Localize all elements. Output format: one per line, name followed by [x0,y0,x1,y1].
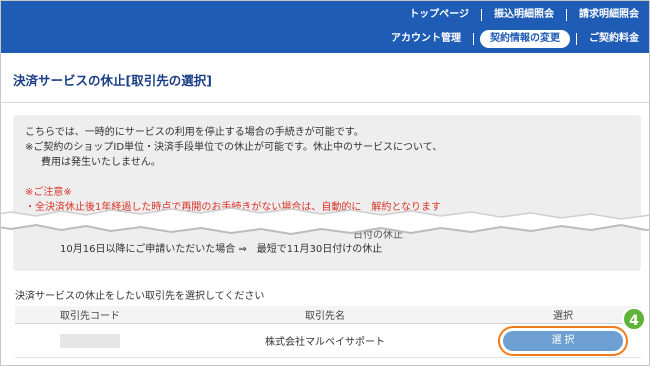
nav-contract-change-active[interactable]: 契約情報の変更 [480,30,570,48]
header-client-name: 取引先名 [305,311,345,322]
select-cell: 選 択 [485,330,641,351]
info-box: こちらでは、一時的にサービスの利用を停止する場合の手続きが可能です。 ※ご契約の… [13,115,641,271]
nav-divider [473,33,474,45]
app-window: トップページ 振込明細照会 請求明細照会 アカウント管理 契約情報の変更 ご契約… [0,0,650,366]
client-code-cell [15,333,165,348]
selection-instruction: 決済サービスの休止をしたい取引先を選択してください [15,291,265,302]
header-client-code: 取引先コード [60,311,120,322]
nav-account-management[interactable]: アカウント管理 [379,32,473,46]
table-row: 株式会社マルペイサポート 選 択 [15,324,641,358]
info-text-2: ※ご契約のショップID単位・決済手段単位での休止が可能です。休止中のサービスにつ… [25,142,443,153]
select-button[interactable]: 選 択 [503,330,623,351]
torn-edge-graphic [1,207,649,236]
nav-transfer-details[interactable]: 振込明細照会 [482,8,566,22]
info-text-1: こちらでは、一時的にサービスの利用を停止する場合の手続きが可能です。 [25,127,364,138]
table-header: 取引先コード 取引先名 選択 [15,306,641,324]
step-number-badge: 4 [622,307,646,331]
header-bar: トップページ 振込明細照会 請求明細照会 アカウント管理 契約情報の変更 ご契約… [1,1,649,53]
nav-billing-details[interactable]: 請求明細照会 [567,8,649,22]
header-select: 選択 [553,311,573,322]
page-title: 決済サービスの休止[取引先の選択] [13,73,212,88]
caution-line-schedule: 10月16日以降にご申請いただいた場合 ⇒ 最短で11月30日付けの休止 [60,244,383,255]
info-text-3: 費用は発生いたしません。 [41,157,161,168]
client-table: 取引先コード 取引先名 選択 株式会社マルペイサポート 選 択 [15,306,641,358]
client-name-cell: 株式会社マルペイサポート [265,337,385,348]
caution-title: ※ご注意※ [25,187,72,198]
title-section: 決済サービスの休止[取引先の選択] [1,53,649,103]
client-code-masked [60,333,120,348]
nav-contract-fees[interactable]: ご契約料金 [577,32,649,46]
nav-row-primary: トップページ 振込明細照会 請求明細照会 [397,4,649,26]
nav-top-page[interactable]: トップページ [397,8,481,22]
nav-row-secondary: アカウント管理 契約情報の変更 ご契約料金 [379,28,649,50]
